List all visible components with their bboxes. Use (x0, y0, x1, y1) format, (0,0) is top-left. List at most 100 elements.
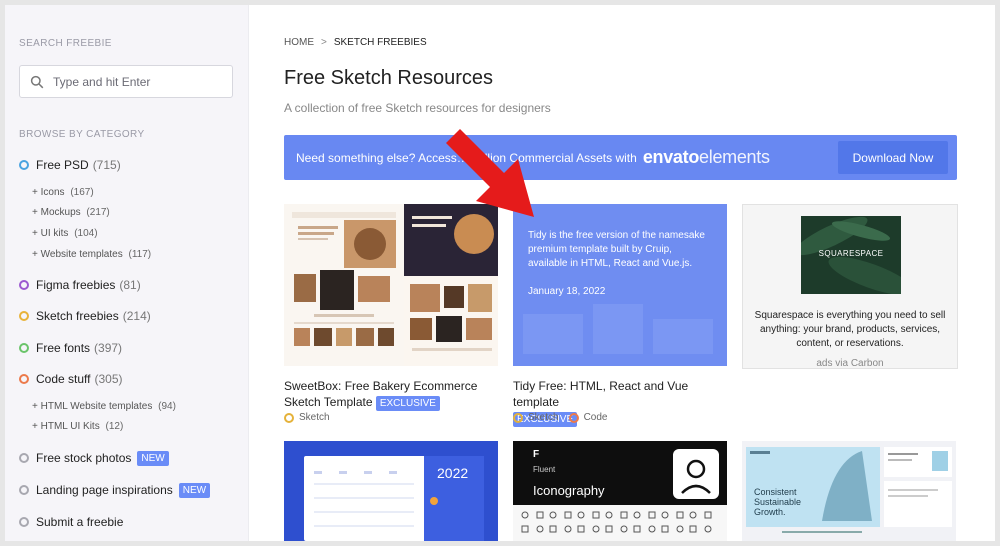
category-label: Sketch freebies (36, 309, 119, 323)
landing-headline: Consistent Sustainable Growth. (754, 487, 802, 517)
red-arrow-icon (446, 129, 534, 217)
category-free-stock-photos[interactable]: Free stock photos NEW (19, 450, 169, 466)
subcategory-label: + Mockups (32, 207, 81, 218)
card-tags-sweetbox: Sketch (284, 412, 340, 423)
ad-text: Squarespace is everything you need to se… (754, 310, 946, 349)
sweetbox-preview-image (284, 204, 498, 366)
sweetbox-thumbnail[interactable] (284, 204, 498, 366)
breadcrumb-current: SKETCH FREEBIES (333, 37, 427, 48)
icon-grid-preview: F (513, 449, 727, 541)
new-badge: NEW (137, 450, 169, 466)
iconography-thumbnail[interactable]: Fluent Iconography F (513, 441, 727, 541)
circle-icon (513, 412, 523, 423)
landing-thumbnail[interactable]: Consistent Sustainable Growth. (742, 441, 956, 541)
category-count: (397) (94, 341, 123, 355)
subcategory-label: + HTML Website templates (32, 401, 153, 412)
tag-code[interactable]: Code (568, 412, 608, 423)
card-title-text: Tidy Free: HTML, React and Vue template (513, 379, 689, 409)
breadcrumb-home[interactable]: HOME (284, 37, 314, 48)
download-now-button[interactable]: Download Now (838, 141, 948, 174)
breadcrumb: HOME > SKETCH FREEBIES (284, 37, 427, 48)
subcategory-count: (167) (70, 187, 94, 198)
svg-text:F: F (533, 449, 539, 460)
subcategory-website-templates[interactable]: + Website templates (117) (32, 249, 151, 260)
tag-label: Sketch (528, 412, 559, 423)
circle-icon (19, 485, 29, 495)
sidebar: SEARCH FREEBIE BROWSE BY CATEGORY Free P… (5, 5, 249, 541)
subcategory-html-website-templates[interactable]: + HTML Website templates (94) (32, 401, 176, 412)
breadcrumb-separator: > (321, 37, 327, 48)
category-count: (214) (122, 309, 151, 323)
category-label: Submit a freebie (36, 515, 124, 529)
search-icon (30, 75, 44, 88)
circle-icon (284, 412, 294, 423)
category-landing-page-inspirations[interactable]: Landing page inspirations NEW (19, 482, 211, 498)
carbon-ad[interactable]: SQUARESPACE Squarespace is everything yo… (742, 204, 958, 369)
category-label: Landing page inspirations (36, 483, 173, 497)
card-tags-tidy: Sketch Code (513, 412, 617, 423)
tag-sketch[interactable]: Sketch (284, 412, 330, 423)
subcategory-count: (94) (158, 401, 176, 412)
category-label: Free stock photos (36, 451, 132, 465)
squarespace-logo: SQUARESPACE (818, 249, 884, 258)
category-label: Code stuff (36, 372, 91, 386)
subcategory-count: (12) (105, 421, 124, 432)
category-code-stuff[interactable]: Code stuff (305) (19, 371, 123, 387)
squarespace-ad-image: SQUARESPACE (801, 216, 901, 294)
category-label: Figma freebies (36, 278, 116, 292)
tag-label: Code (583, 412, 608, 423)
subcategory-ui-kits[interactable]: + UI kits (104) (32, 228, 98, 239)
envato-elements-logo: envatoelements (643, 147, 770, 168)
subcategory-html-ui-kits[interactable]: + HTML UI Kits (12) (32, 421, 123, 432)
ads-via-carbon-link[interactable]: ads via Carbon (743, 358, 957, 369)
circle-icon (19, 280, 29, 290)
circle-icon (19, 453, 29, 463)
category-count: (81) (119, 278, 141, 292)
subcategory-count: (117) (128, 249, 152, 260)
circle-icon (568, 412, 579, 423)
tag-label: Sketch (299, 412, 330, 423)
search-input[interactable] (53, 74, 223, 89)
search-heading: SEARCH FREEBIE (19, 38, 112, 49)
category-submit-freebie[interactable]: Submit a freebie (19, 514, 123, 530)
category-sketch-freebies[interactable]: Sketch freebies (214) (19, 308, 151, 324)
page-subtitle: A collection of free Sketch resources fo… (284, 101, 551, 115)
card-title-sweetbox[interactable]: SweetBox: Free Bakery Ecommerce Sketch T… (284, 378, 504, 412)
circle-icon (19, 517, 29, 527)
tag-sketch[interactable]: Sketch (513, 412, 559, 423)
category-count: (715) (92, 158, 121, 172)
calendar-thumbnail[interactable]: 2022 (284, 441, 498, 541)
new-badge: NEW (178, 482, 211, 498)
circle-icon (19, 343, 29, 353)
subcategory-label: + UI kits (32, 228, 69, 239)
exclusive-badge: EXCLUSIVE (375, 396, 440, 411)
logo-light-part: elements (699, 147, 770, 167)
browse-heading: BROWSE BY CATEGORY (19, 129, 145, 140)
category-label: Free PSD (36, 158, 89, 172)
subcategory-label: + Website templates (32, 249, 123, 260)
category-free-psd[interactable]: Free PSD (715) (19, 157, 121, 173)
subcategory-label: + Icons (32, 187, 65, 198)
subcategory-icons[interactable]: + Icons (167) (32, 187, 94, 198)
category-label: Free fonts (36, 341, 91, 355)
calendar-year: 2022 (437, 465, 469, 481)
circle-icon (19, 311, 29, 321)
browser-frame: SEARCH FREEBIE BROWSE BY CATEGORY Free P… (5, 5, 995, 541)
circle-icon (19, 374, 29, 384)
category-free-fonts[interactable]: Free fonts (397) (19, 340, 122, 356)
subcategory-label: + HTML UI Kits (32, 421, 100, 432)
logo-bold-part: envato (642, 147, 700, 167)
page-title: Free Sketch Resources (284, 67, 493, 89)
envato-banner[interactable]: Need something else? Access… Million Com… (284, 135, 957, 180)
subcategory-count: (104) (74, 228, 98, 239)
calendar-preview-image (304, 456, 484, 541)
search-field[interactable] (19, 65, 233, 98)
circle-icon (19, 160, 29, 170)
tidy-date: January 18, 2022 (528, 286, 606, 297)
category-figma-freebies[interactable]: Figma freebies (81) (19, 277, 141, 293)
subcategory-mockups[interactable]: + Mockups (217) (32, 207, 110, 218)
tidy-description: Tidy is the free version of the namesake… (528, 230, 705, 269)
subcategory-count: (217) (86, 207, 110, 218)
tidy-thumbnail[interactable]: Tidy is the free version of the namesake… (513, 204, 727, 366)
category-count: (305) (94, 372, 123, 386)
